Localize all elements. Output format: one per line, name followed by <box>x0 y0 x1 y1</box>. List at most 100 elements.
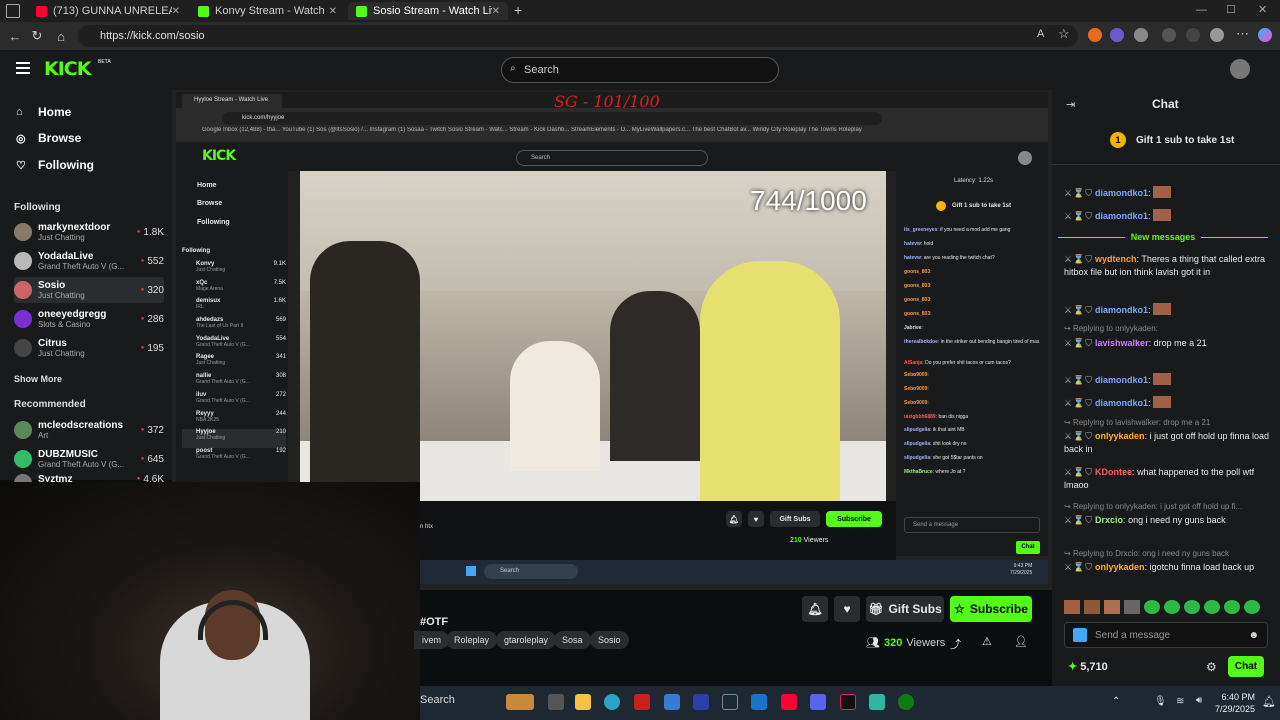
emote[interactable] <box>1244 600 1260 614</box>
cheetah-widget-icon[interactable] <box>506 694 534 710</box>
channel-points[interactable]: ✦ 5,710 <box>1068 660 1108 674</box>
tray-chevron-icon[interactable]: ⌃ <box>1112 696 1120 707</box>
report-icon[interactable]: ⚠ <box>982 635 992 648</box>
chat-message[interactable]: ⚔⌛⛉ Drxcio: ong i need ny guns back <box>1064 514 1270 527</box>
extension-icon[interactable] <box>1088 28 1102 42</box>
favorites-icon[interactable] <box>1186 28 1200 42</box>
chat-message[interactable]: ⚔⌛⛉ onlyykaden: i just got off hold up fi… <box>1064 430 1270 456</box>
file-explorer-icon[interactable] <box>575 694 591 710</box>
read-aloud-icon[interactable]: A <box>1037 28 1044 40</box>
chat-message[interactable]: ⚔⌛⛉ diamondko1: <box>1064 396 1270 410</box>
browser-tab-sosio[interactable]: Sosio Stream - Watch Live on Kick ✕ <box>348 2 508 20</box>
new-tab-button[interactable]: + <box>514 2 522 18</box>
chat-username[interactable]: lavishwalker <box>1095 338 1149 348</box>
tiktok-icon[interactable] <box>840 694 856 710</box>
xbox-icon[interactable] <box>898 694 914 710</box>
back-icon[interactable]: ← <box>6 27 24 45</box>
chat-username[interactable]: KDontee <box>1095 467 1132 477</box>
outlook-icon[interactable] <box>751 694 767 710</box>
chat-send-button[interactable]: Chat <box>1228 656 1264 677</box>
stream-tag[interactable]: ivem <box>414 631 450 649</box>
emote[interactable] <box>1124 600 1140 614</box>
chat-message[interactable]: ⚔⌛⛉ diamondko1: <box>1064 209 1270 223</box>
following-channel[interactable]: markynextdoorJust Chatting 1.8K <box>14 219 164 245</box>
security-icon[interactable] <box>634 694 650 710</box>
chat-username[interactable]: onlyykaden <box>1095 562 1145 572</box>
task-view-icon[interactable] <box>548 694 564 710</box>
subscribe-button[interactable]: ☆ Subscribe <box>950 596 1032 622</box>
maximize-icon[interactable]: ☐ <box>1226 3 1236 16</box>
star-icon[interactable]: ☆ <box>1058 26 1070 42</box>
chat-username[interactable]: diamondko1 <box>1095 398 1148 408</box>
chat-username[interactable]: diamondko1 <box>1095 188 1148 198</box>
stream-tag[interactable]: gtaroleplay <box>496 631 557 649</box>
emote[interactable] <box>1204 600 1220 614</box>
app-icon[interactable] <box>664 694 680 710</box>
reply-context[interactable]: ↪ Replying to onlyykaden: i just got off… <box>1064 500 1270 513</box>
chat-username[interactable]: wydtench <box>1095 254 1137 264</box>
home-icon[interactable]: ⌂ <box>52 27 70 45</box>
following-channel[interactable]: oneeyedgreggSlots & Casino 286 <box>14 306 164 332</box>
minimize-icon[interactable]: — <box>1196 4 1207 16</box>
stream-tag[interactable]: Roleplay <box>446 631 498 649</box>
chat-username[interactable]: diamondko1 <box>1095 305 1148 315</box>
close-tab-icon[interactable]: ✕ <box>492 6 500 17</box>
reply-context[interactable]: ↪ Replying to Drxcio: ong i need ny guns… <box>1064 547 1270 560</box>
chat-message[interactable]: ⚔⌛⛉ diamondko1: <box>1064 373 1270 387</box>
url-field[interactable]: https://kick.com/sosio <box>78 25 1078 47</box>
following-channel[interactable]: YodadaLiveGrand Theft Auto V (G... 552 <box>14 248 164 274</box>
browser-tab-youtube[interactable]: (713) GUNNA UNRELEASED IN MY ✕ <box>28 2 188 20</box>
emote[interactable] <box>1104 600 1120 614</box>
emoji-icon[interactable]: ☻ <box>1248 630 1259 641</box>
chat-settings-icon[interactable]: ⚙ <box>1206 660 1217 674</box>
reply-context[interactable]: ↪ Replying to onlyykaden: <box>1064 322 1270 335</box>
steam-icon[interactable] <box>722 694 738 710</box>
notification-icon[interactable]: 🔔︎ <box>1262 695 1276 708</box>
chat-message[interactable]: ⚔⌛⛉ diamondko1: <box>1064 303 1270 317</box>
gift-banner[interactable]: 1 Gift 1 sub to take 1st <box>1110 132 1234 148</box>
wifi-icon[interactable]: ≋ <box>1176 696 1184 707</box>
recommended-channel[interactable]: Syztmz 4.6K <box>14 474 164 482</box>
gift-subs-button[interactable]: 🎁︎ Gift Subs <box>866 596 944 622</box>
send-message-input[interactable]: Send a message ☻ <box>1064 622 1268 648</box>
volume-icon[interactable]: 🔊︎ <box>1196 695 1202 706</box>
refresh-icon[interactable]: ↻ <box>28 27 46 45</box>
chat-username[interactable]: diamondko1 <box>1095 375 1148 385</box>
copilot-icon[interactable] <box>1258 28 1272 42</box>
profile-avatar[interactable] <box>1210 28 1224 42</box>
extension-icon[interactable] <box>1134 28 1148 42</box>
notification-bell-button[interactable]: 🔔︎ <box>802 596 828 622</box>
close-tab-icon[interactable]: ✕ <box>329 6 337 17</box>
sidebar-item-following[interactable]: ♡ Following <box>16 158 94 172</box>
add-friend-icon[interactable]: 👤︎ <box>1014 635 1028 648</box>
chat-username[interactable]: Drxcio <box>1095 515 1123 525</box>
collapse-chat-icon[interactable]: ⇥ <box>1066 98 1075 111</box>
edge-icon[interactable] <box>604 694 620 710</box>
more-icon[interactable]: ⋯ <box>1236 26 1249 42</box>
app-icon[interactable] <box>869 694 885 710</box>
chat-username[interactable]: onlyykaden <box>1095 431 1145 441</box>
kick-emote-icon[interactable] <box>1073 628 1087 642</box>
extensions-icon[interactable] <box>1162 28 1176 42</box>
close-window-icon[interactable]: ✕ <box>1258 3 1267 16</box>
follow-heart-button[interactable]: ♥ <box>834 596 860 622</box>
stream-tag[interactable]: Sosa <box>554 631 591 649</box>
following-channel-active[interactable]: SosioJust Chatting 320 <box>14 277 164 303</box>
browser-menu-icon[interactable] <box>6 4 20 18</box>
chat-message[interactable]: ⚔⌛⛉ onlyykaden: igotchu finna load back u… <box>1064 561 1270 574</box>
search-input[interactable]: ⌕ Search <box>501 57 779 83</box>
stream-tag[interactable]: Sosio <box>590 631 629 649</box>
chat-message[interactable]: ⚔⌛⛉ diamondko1: <box>1064 186 1270 200</box>
emote[interactable] <box>1164 600 1180 614</box>
recommended-channel[interactable]: mcleodscreationsArt 372 <box>14 417 164 443</box>
close-tab-icon[interactable]: ✕ <box>172 6 180 17</box>
user-avatar[interactable] <box>1230 59 1250 79</box>
youtube-icon[interactable] <box>781 694 797 710</box>
chat-message[interactable]: ⚔⌛⛉ KDontee: what happened to the poll wt… <box>1064 466 1270 492</box>
show-more-link[interactable]: Show More <box>14 374 62 384</box>
sidebar-item-home[interactable]: ⌂ Home <box>16 105 71 119</box>
discord-icon[interactable] <box>810 694 826 710</box>
chat-message[interactable]: ⚔⌛⛉ lavishwalker: drop me a 21 <box>1064 337 1270 350</box>
emote[interactable] <box>1064 600 1080 614</box>
share-icon[interactable]: ⤴ <box>950 636 961 652</box>
